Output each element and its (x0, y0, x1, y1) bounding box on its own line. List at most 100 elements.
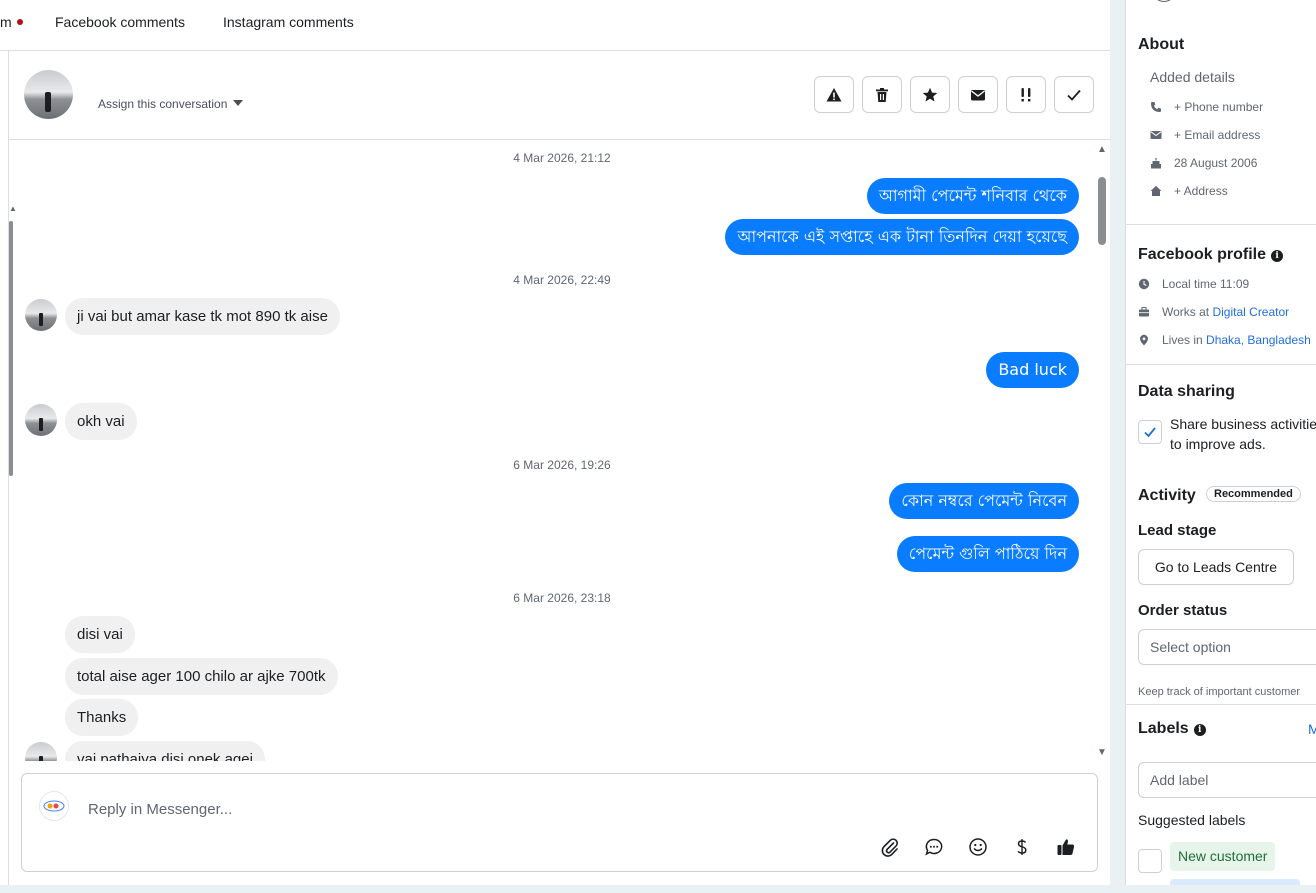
mark-done-button[interactable] (1054, 76, 1094, 113)
thumbs-up-icon (1057, 839, 1075, 855)
local-time-row: Local time 11:09 (1138, 277, 1249, 291)
mark-unread-button[interactable] (958, 76, 998, 113)
order-status-hint: Keep track of important customer (1138, 686, 1301, 698)
outgoing-message[interactable]: আগামী পেমেন্ট শনিবার থেকে (866, 178, 1079, 214)
order-status-title: Order status (1138, 602, 1228, 619)
star-icon (922, 87, 938, 101)
add-email-link[interactable]: + Email address (1174, 128, 1260, 142)
timestamp: 4 Mar 2026, 22:49 (513, 273, 611, 287)
attach-button[interactable] (879, 836, 901, 858)
add-phone-link[interactable]: + Phone number (1174, 100, 1263, 114)
timestamp: 4 Mar 2026, 21:12 (513, 151, 611, 165)
warning-icon (826, 87, 842, 101)
lives-in-row: Lives in Dhaka, Bangladesh (1138, 333, 1311, 347)
attachment-icon (881, 838, 898, 857)
outgoing-message[interactable]: কোন নম্বরে পেমেন্ট নিবেন (889, 483, 1079, 519)
scroll-up-icon[interactable]: ▲ (1097, 144, 1107, 155)
activity-title: Activity (1138, 487, 1196, 504)
contact-avatar-fragment (1152, 0, 1176, 2)
facebook-profile-label: Facebook profile (1138, 246, 1267, 263)
briefcase-icon (1138, 306, 1150, 318)
label-chip-partial[interactable] (1170, 879, 1300, 885)
incoming-message[interactable]: ji vai but amar kase tk mot 890 tk aise (65, 298, 340, 335)
added-details: Added details (1150, 69, 1235, 85)
birthday-row: 28 August 2006 (1150, 156, 1257, 170)
timestamp: 6 Mar 2026, 19:26 (513, 458, 611, 472)
email-row[interactable]: + Email address (1150, 128, 1260, 142)
follow-up-button[interactable] (1006, 76, 1046, 113)
birthday-value: 28 August 2006 (1174, 156, 1258, 170)
tab-facebook-comments[interactable]: Facebook comments (55, 14, 185, 30)
order-status-select[interactable]: Select option (1138, 629, 1316, 665)
saved-replies-button[interactable] (923, 836, 945, 858)
scroll-down-icon[interactable]: ▼ (1097, 747, 1107, 758)
tab-instagram-comments[interactable]: Instagram comments (223, 14, 354, 30)
chat-bubble-icon (925, 838, 943, 856)
mark-spam-button[interactable] (814, 76, 854, 113)
phone-row[interactable]: + Phone number (1150, 100, 1263, 114)
conversation-header: Assign this conversation (9, 51, 1111, 140)
payment-button[interactable] (1011, 836, 1033, 858)
outgoing-message[interactable]: Bad luck (986, 352, 1079, 388)
suggested-labels-title: Suggested labels (1138, 812, 1246, 828)
send-like-button[interactable] (1055, 836, 1077, 858)
reply-input[interactable] (88, 798, 888, 820)
cake-icon (1150, 157, 1162, 169)
unread-dot (17, 19, 23, 25)
assign-label: Assign this conversation (98, 97, 228, 111)
emoji-button[interactable] (967, 836, 989, 858)
outgoing-message[interactable]: পেমেন্ট গুলি পাঠিয়ে দিন (896, 536, 1079, 572)
divider (1126, 364, 1316, 365)
contact-avatar[interactable] (24, 70, 73, 119)
employer-link[interactable]: Digital Creator (1212, 305, 1289, 319)
about-title: About (1138, 36, 1185, 53)
new-customer-checkbox[interactable] (1138, 849, 1162, 873)
page-avatar (39, 791, 69, 821)
delete-button[interactable] (862, 76, 902, 113)
outgoing-message[interactable]: আপনাকে এই সপ্তাহে এক টানা তিনদিন দেয়া হ… (725, 219, 1079, 255)
incoming-message[interactable]: Thanks (65, 699, 139, 736)
add-address-link[interactable]: + Address (1174, 184, 1228, 198)
trash-icon (876, 87, 888, 102)
incoming-message[interactable]: total aise ager 100 chilo ar ajke 700tk (65, 658, 338, 695)
tab-messenger-partial[interactable]: m (0, 14, 12, 30)
dollar-icon (1017, 839, 1027, 855)
share-activities-label: Share business activities to improve ads… (1170, 416, 1316, 452)
mail-icon (971, 89, 985, 100)
caret-down-icon (233, 100, 244, 106)
inbox-main: m Facebook comments Instagram comments ▲… (0, 0, 1111, 885)
emoji-icon (969, 838, 987, 856)
local-time-value: Local time 11:09 (1162, 277, 1250, 291)
channel-tabs: m Facebook comments Instagram comments (0, 0, 1110, 51)
priority-icon (1021, 87, 1031, 101)
info-icon[interactable]: i (1271, 250, 1284, 262)
label-chip[interactable]: New customer (1170, 842, 1276, 871)
hometown-link[interactable]: Dhaka, Bangladesh (1206, 333, 1311, 347)
share-activities-checkbox[interactable] (1138, 420, 1162, 444)
reply-composer (21, 773, 1098, 872)
info-icon[interactable]: i (1193, 724, 1206, 736)
star-button[interactable] (910, 76, 950, 113)
recommended-badge: Recommended (1206, 486, 1301, 502)
home-icon (1150, 185, 1162, 197)
chat-scrollbar[interactable] (1098, 177, 1106, 245)
incoming-message[interactable]: vai pathaiya disi onek agei (65, 741, 265, 761)
add-label-input[interactable] (1138, 762, 1316, 798)
facebook-profile-title: Facebook profile i (1138, 246, 1284, 264)
go-to-leads-centre-button[interactable]: Go to Leads Centre (1138, 549, 1294, 585)
lead-stage-title: Lead stage (1138, 522, 1217, 539)
data-sharing-title: Data sharing (1138, 383, 1235, 400)
labels-title: Labels i (1138, 720, 1206, 738)
contact-avatar-small (25, 404, 57, 436)
divider (1126, 224, 1316, 225)
manage-labels-link[interactable]: M (1308, 721, 1316, 737)
incoming-message[interactable]: okh vai (65, 403, 137, 440)
phone-icon (1150, 101, 1162, 113)
incoming-message[interactable]: disi vai (65, 616, 135, 653)
message-thread: 4 Mar 2026, 21:12 আগামী পেমেন্ট শনিবার থ… (9, 141, 1111, 761)
works-at-prefix: Works at (1162, 305, 1213, 319)
address-row[interactable]: + Address (1150, 184, 1228, 198)
assign-conversation-dropdown[interactable]: Assign this conversation (98, 97, 244, 111)
contact-details-panel: About Added details + Phone number + Ema… (1125, 0, 1316, 885)
contact-avatar-small (25, 742, 57, 761)
